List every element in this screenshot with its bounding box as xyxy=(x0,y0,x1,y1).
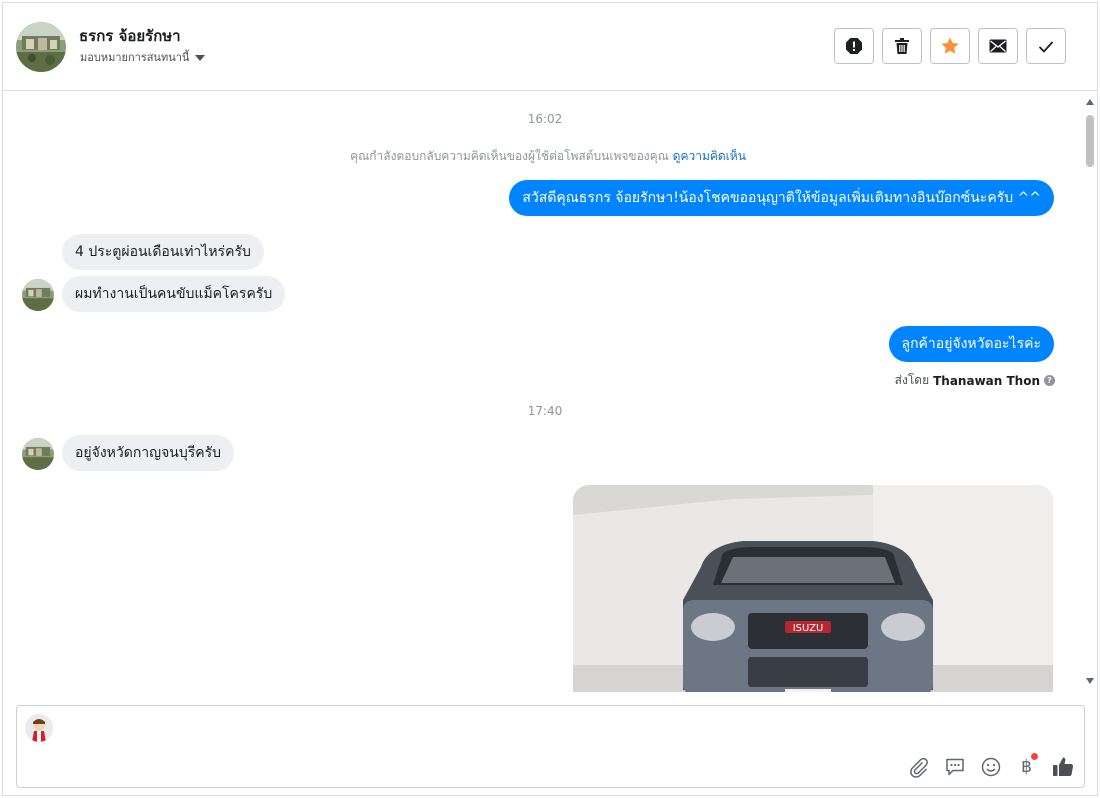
sent-by-prefix: ส่งโดย xyxy=(894,373,930,387)
mail-icon xyxy=(989,39,1007,53)
paperclip-icon xyxy=(909,757,928,778)
scroll-up-icon[interactable] xyxy=(1086,99,1094,105)
delete-button[interactable] xyxy=(882,28,922,64)
composer-toolbar: ฿ xyxy=(906,753,1075,779)
mark-spam-button[interactable] xyxy=(834,28,874,64)
chat-bubble-icon xyxy=(945,758,964,775)
notification-dot xyxy=(1031,753,1038,760)
conversation-panel: ธรกร จ้อยรักษา มอบหมายการสนทนานี้ 16:02 … xyxy=(2,2,1098,796)
reply-context-notice: คุณกำลังตอบกลับความคิดเห็นของผู้ใช้ต่อโพ… xyxy=(3,147,1093,166)
message-bubble-incoming[interactable]: ผมทำงานเป็นคนขับแม็คโครครับ xyxy=(62,276,286,312)
spam-icon xyxy=(846,38,862,54)
page-avatar xyxy=(25,714,53,742)
scroll-down-icon[interactable] xyxy=(1086,678,1094,684)
smiley-icon xyxy=(981,757,1000,776)
payment-button[interactable]: ฿ xyxy=(1014,753,1039,779)
star-icon xyxy=(941,37,959,54)
message-bubble-incoming[interactable]: อยู่จังหวัดกาญจนบุรีครับ xyxy=(62,435,235,471)
timestamp: 16:02 xyxy=(527,112,563,126)
trash-icon xyxy=(895,38,909,54)
message-thread[interactable]: 16:02 คุณกำลังตอบกลับความคิดเห็นของผู้ใช… xyxy=(3,92,1097,692)
thumbs-up-icon xyxy=(1052,757,1073,776)
message-composer[interactable]: ฿ xyxy=(16,705,1085,788)
caret-down-icon xyxy=(195,54,206,61)
check-icon xyxy=(1038,40,1054,53)
message-bubble-outgoing[interactable]: ลูกค้าอยู่จังหวัดอะไรค่ะ xyxy=(888,326,1054,362)
attach-button[interactable] xyxy=(906,754,931,779)
sender-avatar[interactable] xyxy=(22,279,54,311)
sender-avatar[interactable] xyxy=(22,438,54,470)
assign-label: มอบหมายการสนทนานี้ xyxy=(80,51,190,64)
scrollbar-thumb[interactable] xyxy=(1086,115,1094,167)
conversation-actions xyxy=(834,28,1066,64)
help-icon[interactable]: ? xyxy=(1044,375,1055,386)
notice-text: คุณกำลังตอบกลับความคิดเห็นของผู้ใช้ต่อโพ… xyxy=(350,149,669,163)
saved-replies-button[interactable] xyxy=(942,754,967,779)
message-bubble-outgoing[interactable]: สวัสดีคุณธรกร จ้อยรักษา!น้องโชคขออนุญาติ… xyxy=(509,180,1054,216)
message-bubble-incoming[interactable]: 4 ประตูผ่อนเดือนเท่าไหร่ครับ xyxy=(62,234,264,270)
emoji-button[interactable] xyxy=(978,754,1003,779)
timestamp: 17:40 xyxy=(527,404,563,418)
message-image[interactable]: ISUZU xyxy=(573,485,1053,692)
baht-icon: ฿ xyxy=(1021,756,1032,777)
chat-scrollbar[interactable] xyxy=(1083,92,1097,692)
assign-conversation-dropdown[interactable]: มอบหมายการสนทนานี้ xyxy=(80,48,206,66)
photo-logo-text: ISUZU xyxy=(793,623,824,634)
mark-done-button[interactable] xyxy=(1026,28,1066,64)
mark-unread-button[interactable] xyxy=(978,28,1018,64)
like-button[interactable] xyxy=(1050,754,1075,779)
sent-by-label: ส่งโดย Thanawan Thon ? xyxy=(895,371,1055,390)
view-comment-link[interactable]: ดูความคิดเห็น xyxy=(673,149,746,163)
conversation-header: ธรกร จ้อยรักษา มอบหมายการสนทนานี้ xyxy=(3,3,1097,91)
star-button[interactable] xyxy=(930,28,970,64)
contact-avatar[interactable] xyxy=(16,22,66,72)
contact-name: ธรกร จ้อยรักษา xyxy=(79,27,181,45)
sent-by-name[interactable]: Thanawan Thon xyxy=(933,374,1040,388)
